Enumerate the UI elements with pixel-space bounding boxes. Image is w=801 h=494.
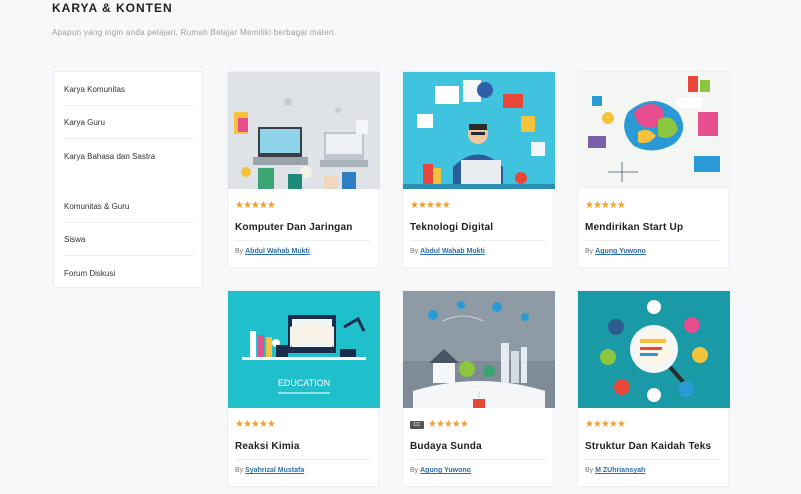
card-thumbnail[interactable] [578, 291, 730, 408]
card-divider [585, 459, 721, 460]
author-link[interactable]: Syahrizal Mustafa [245, 467, 304, 474]
card-title[interactable]: Komputer Dan Jaringan [235, 222, 353, 233]
card-thumbnail[interactable] [403, 72, 555, 189]
card-byline: By Agung Yuwono [585, 248, 646, 255]
card-thumbnail[interactable] [578, 72, 730, 189]
rating-stars: ★★★★★ [585, 419, 626, 430]
sidebar-item-karya-guru[interactable]: Karya Guru [64, 106, 194, 139]
sidebar-item-komunitas-guru[interactable]: Komunitas & Guru [64, 190, 194, 223]
by-label: By [235, 248, 244, 255]
rating-stars: ★★★★★ [235, 200, 276, 211]
content-card[interactable]: ★★★★★ Komputer Dan Jaringan By Abdul Wah… [227, 71, 380, 268]
card-divider [410, 240, 546, 241]
content-card[interactable]: EDUCATION ★★★★★ Reaksi Kimia By Syahriza… [227, 290, 380, 487]
content-card[interactable]: ★★★★★ Teknologi Digital By Abdul Wahab M… [402, 71, 555, 268]
sidebar-item-siswa[interactable]: Siswa [64, 223, 194, 256]
sidebar: Karya Komunitas Karya Guru Karya Bahasa … [53, 71, 203, 288]
by-label: By [410, 467, 419, 474]
content-card[interactable]: ★★★★★ Mendirikan Start Up By Agung Yuwon… [577, 71, 730, 268]
card-byline: By Abdul Wahab Mukti [410, 248, 485, 255]
by-label: By [410, 248, 419, 255]
rating-stars: ★★★★★ [235, 419, 276, 430]
author-link[interactable]: Agung Yuwono [420, 467, 471, 474]
card-divider [585, 240, 721, 241]
card-byline: By Syahrizal Mustafa [235, 467, 304, 474]
page-title: KARYA & KONTEN [52, 1, 173, 15]
card-byline: By M ZUhriansyah [585, 467, 645, 474]
content-card[interactable]: ★★★★★ Struktur Dan Kaidah Teks By M ZUhr… [577, 290, 730, 487]
sidebar-item-forum-diskusi[interactable]: Forum Diskusi [64, 257, 194, 290]
author-link[interactable]: Abdul Wahab Mukti [420, 248, 485, 255]
content-card[interactable]: CC ★★★★★ Budaya Sunda By Agung Yuwono [402, 290, 555, 487]
sidebar-item-karya-bahasa-sastra[interactable]: Karya Bahasa dan Sastra [64, 140, 194, 173]
card-title[interactable]: Budaya Sunda [410, 441, 482, 452]
rating-stars: ★★★★★ [585, 200, 626, 211]
card-thumbnail[interactable]: EDUCATION [228, 291, 380, 408]
card-title[interactable]: Reaksi Kimia [235, 441, 300, 452]
rating-stars: ★★★★★ [428, 419, 469, 430]
by-label: By [585, 467, 594, 474]
by-label: By [585, 248, 594, 255]
card-byline: By Abdul Wahab Mukti [235, 248, 310, 255]
card-divider [235, 240, 371, 241]
card-divider [410, 459, 546, 460]
author-link[interactable]: M ZUhriansyah [595, 467, 645, 474]
author-link[interactable]: Abdul Wahab Mukti [245, 248, 310, 255]
card-title[interactable]: Teknologi Digital [410, 222, 493, 233]
card-thumbnail[interactable] [403, 291, 555, 408]
education-label: EDUCATION [278, 378, 330, 388]
card-title[interactable]: Mendirikan Start Up [585, 222, 683, 233]
page-subtitle: Apapun yang ingin anda pelajari, Rumah B… [52, 28, 337, 37]
sidebar-item-karya-komunitas[interactable]: Karya Komunitas [64, 73, 194, 106]
by-label: By [235, 467, 244, 474]
card-title[interactable]: Struktur Dan Kaidah Teks [585, 441, 711, 452]
card-divider [235, 459, 371, 460]
author-link[interactable]: Agung Yuwono [595, 248, 646, 255]
card-thumbnail[interactable] [228, 72, 380, 189]
rating-stars: ★★★★★ [410, 200, 451, 211]
card-byline: By Agung Yuwono [410, 467, 471, 474]
cc-license-badge: CC [410, 421, 424, 429]
